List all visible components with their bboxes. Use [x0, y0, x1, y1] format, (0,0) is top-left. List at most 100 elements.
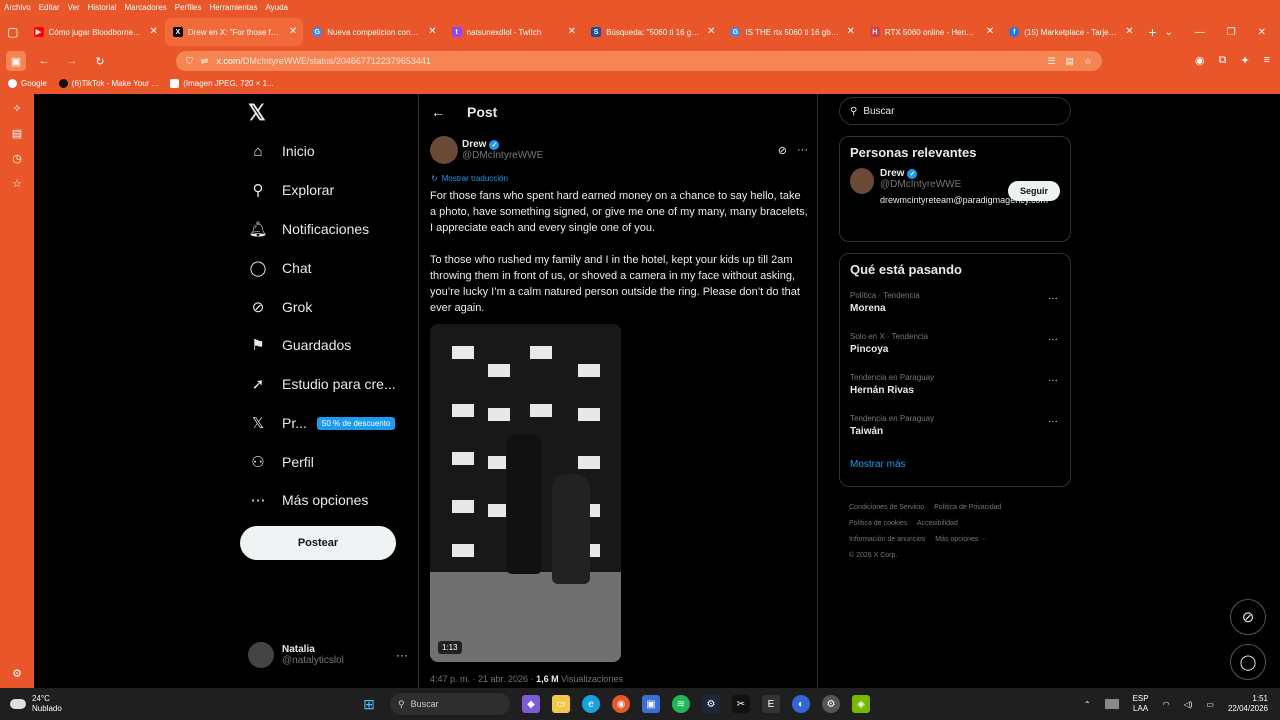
nav-notificaciones[interactable]: 🔔︎ Notificaciones	[248, 215, 369, 243]
footer-link[interactable]: Política de Privacidad	[934, 504, 1001, 511]
browser-tab-active[interactable]: X Drew en X: "For those fans who ✕	[164, 18, 304, 46]
browser-tab[interactable]: H RTX 5060 online - Hendyla.com ✕	[862, 18, 1000, 46]
volume-icon[interactable]: ◁)	[1184, 700, 1193, 709]
address-bar[interactable]: ⛉ ⇌ x.com/DMcIntyreWWE/status/2046677122…	[176, 51, 1102, 71]
trend-item[interactable]: Solo en X · Tendencia Pincoya ···	[840, 332, 1070, 373]
browser-tab[interactable]: ▶ Cómo jugar Bloodborne en PC ✕	[26, 18, 164, 46]
nav-perfil[interactable]: ⚇ Perfil	[248, 448, 314, 476]
menu-perfiles[interactable]: Perfiles	[175, 3, 202, 12]
clock[interactable]: 1:51 22/04/2026	[1228, 694, 1268, 714]
post-video[interactable]: 1:13	[430, 324, 621, 662]
windows-start-icon[interactable]: ⊞	[360, 695, 378, 713]
menu-ayuda[interactable]: Ayuda	[265, 3, 288, 12]
browser-tab[interactable]: G IS THE rtx 5060 ti 16 gb GOOD ✕	[722, 18, 860, 46]
nav-mas-opciones[interactable]: ⋯ Más opciones	[248, 486, 369, 514]
nav-premium[interactable]: 𝕏 Pr... 50 % de descuento	[248, 409, 396, 437]
menu-editar[interactable]: Editar	[39, 3, 60, 12]
tab-list-icon[interactable]: ⌄	[1164, 27, 1172, 38]
browser-tab[interactable]: f (15) Marketplace - Tarjeta gráfic ✕	[1001, 18, 1139, 46]
close-tab-icon[interactable]: ✕	[707, 26, 715, 37]
history-icon[interactable]: ◷	[12, 152, 22, 165]
minimize-icon[interactable]: —	[1195, 27, 1205, 38]
nav-guardados[interactable]: ⚑ Guardados	[248, 331, 351, 359]
capcut-icon[interactable]: ✂	[732, 695, 750, 713]
back-arrow-icon[interactable]: ←	[431, 104, 445, 120]
translate-link[interactable]: ↻ Mostrar traducción	[431, 174, 508, 183]
account-icon[interactable]: ◉	[1195, 54, 1205, 67]
nav-estudio[interactable]: ➚ Estudio para cre...	[248, 370, 396, 398]
sidebar-toggle-icon[interactable]: ▣	[6, 51, 26, 71]
extension-icon[interactable]: ✦	[1240, 54, 1249, 67]
nav-grok[interactable]: ⊘ Grok	[248, 293, 313, 321]
grok-fab-icon[interactable]: ⊘	[1230, 599, 1266, 635]
close-tab-icon[interactable]: ✕	[1125, 26, 1133, 37]
copilot-icon[interactable]: ◆	[522, 695, 540, 713]
more-icon[interactable]: ···	[1048, 416, 1058, 427]
post-button[interactable]: Postear	[240, 526, 396, 560]
back-icon[interactable]: ←	[34, 51, 54, 71]
nav-chat[interactable]: ◯ Chat	[248, 254, 312, 282]
weather-widget[interactable]: 24°C Nublado	[0, 694, 360, 714]
language-indicator[interactable]: ESP LAA	[1133, 694, 1149, 714]
store-icon[interactable]: ▣	[642, 695, 660, 713]
app-menu-icon[interactable]: ≡	[1264, 54, 1270, 67]
chevron-up-icon[interactable]: ⌃	[1084, 700, 1091, 709]
trend-item[interactable]: Tendencia en Paraguay Hernán Rivas ···	[840, 373, 1070, 414]
chat-fab-icon[interactable]: ◯	[1230, 644, 1266, 680]
nvidia-icon[interactable]: ◈	[852, 695, 870, 713]
bookmark-google[interactable]: Google	[8, 78, 47, 88]
extensions-icon[interactable]: ⧉	[1219, 54, 1227, 67]
site-info-icon[interactable]: ⇌	[201, 56, 209, 67]
app-icon[interactable]: ◐	[792, 695, 810, 713]
close-tab-icon[interactable]: ✕	[150, 26, 158, 37]
wifi-icon[interactable]: ◠	[1163, 700, 1170, 709]
x-logo-icon[interactable]: 𝕏	[248, 100, 266, 126]
footer-link[interactable]: Más opciones ···	[935, 536, 987, 543]
browser-tab[interactable]: S Búsqueda: "5060 ti 16 gb" - Sol ✕	[583, 18, 721, 46]
close-tab-icon[interactable]: ✕	[289, 26, 297, 37]
menu-marcadores[interactable]: Marcadores	[125, 3, 167, 12]
follow-button[interactable]: Seguir	[1007, 181, 1060, 201]
more-icon[interactable]: ···	[1048, 293, 1058, 304]
more-icon[interactable]: ···	[1048, 334, 1058, 345]
reader-view-icon[interactable]: ☰	[1047, 56, 1055, 67]
browser-tab[interactable]: G Nueva competicion conmebol - ✕	[304, 18, 442, 46]
footer-link[interactable]: Información de anuncios	[849, 536, 925, 543]
menu-historial[interactable]: Historial	[88, 3, 117, 12]
forward-icon[interactable]: →	[62, 51, 82, 71]
ai-icon[interactable]: ✧	[12, 102, 21, 115]
reading-list-icon[interactable]: ▤	[12, 127, 22, 140]
close-tab-icon[interactable]: ✕	[986, 26, 994, 37]
nav-inicio[interactable]: ⌂ Inicio	[248, 137, 314, 165]
avatar[interactable]	[430, 136, 458, 164]
close-tab-icon[interactable]: ✕	[846, 26, 854, 37]
trend-item[interactable]: Política · Tendencia Morena ···	[840, 291, 1070, 332]
post-timestamp[interactable]: 4:47 p. m. · 21 abr. 2026 ·	[430, 674, 536, 684]
steam-icon[interactable]: ⚙	[702, 695, 720, 713]
more-icon[interactable]: ···	[1048, 375, 1058, 386]
browser-tab[interactable]: t natsunexdlol - Twitch ✕	[444, 18, 582, 46]
close-window-icon[interactable]: ✕	[1258, 27, 1266, 38]
settings-icon[interactable]: ⚙	[822, 695, 840, 713]
bookmark-tiktok[interactable]: (6)TikTok - Make Your ...	[58, 78, 158, 88]
bookmark-star-icon[interactable]: ☆	[1084, 56, 1092, 67]
shield-icon[interactable]: ⛉	[186, 56, 193, 67]
tray-app-icon[interactable]	[1104, 699, 1119, 709]
epic-games-icon[interactable]: E	[762, 695, 780, 713]
close-tab-icon[interactable]: ✕	[568, 26, 576, 37]
more-icon[interactable]: ···	[797, 144, 808, 157]
battery-icon[interactable]: ▭	[1206, 700, 1214, 709]
more-icon[interactable]: ···	[396, 648, 408, 662]
bookmark-image[interactable]: (Imagen JPEG, 720 × 1...	[170, 78, 274, 88]
close-tab-icon[interactable]: ✕	[428, 26, 436, 37]
browser-icon[interactable]: ◉	[612, 695, 630, 713]
footer-link[interactable]: Condiciones de Servicio	[849, 504, 924, 511]
maximize-icon[interactable]: ❐	[1227, 27, 1236, 38]
taskbar-search[interactable]: ⚲ Buscar	[390, 693, 510, 715]
avatar[interactable]	[850, 168, 874, 194]
tab-manager-icon[interactable]: ▢	[0, 18, 26, 46]
account-switcher[interactable]: Natalia @natalyticslol ···	[248, 642, 408, 668]
bookmarks-icon[interactable]: ☆	[12, 177, 22, 190]
author-handle[interactable]: @DMcIntyreWWE	[462, 150, 543, 161]
menu-archivo[interactable]: Archivo	[4, 3, 31, 12]
